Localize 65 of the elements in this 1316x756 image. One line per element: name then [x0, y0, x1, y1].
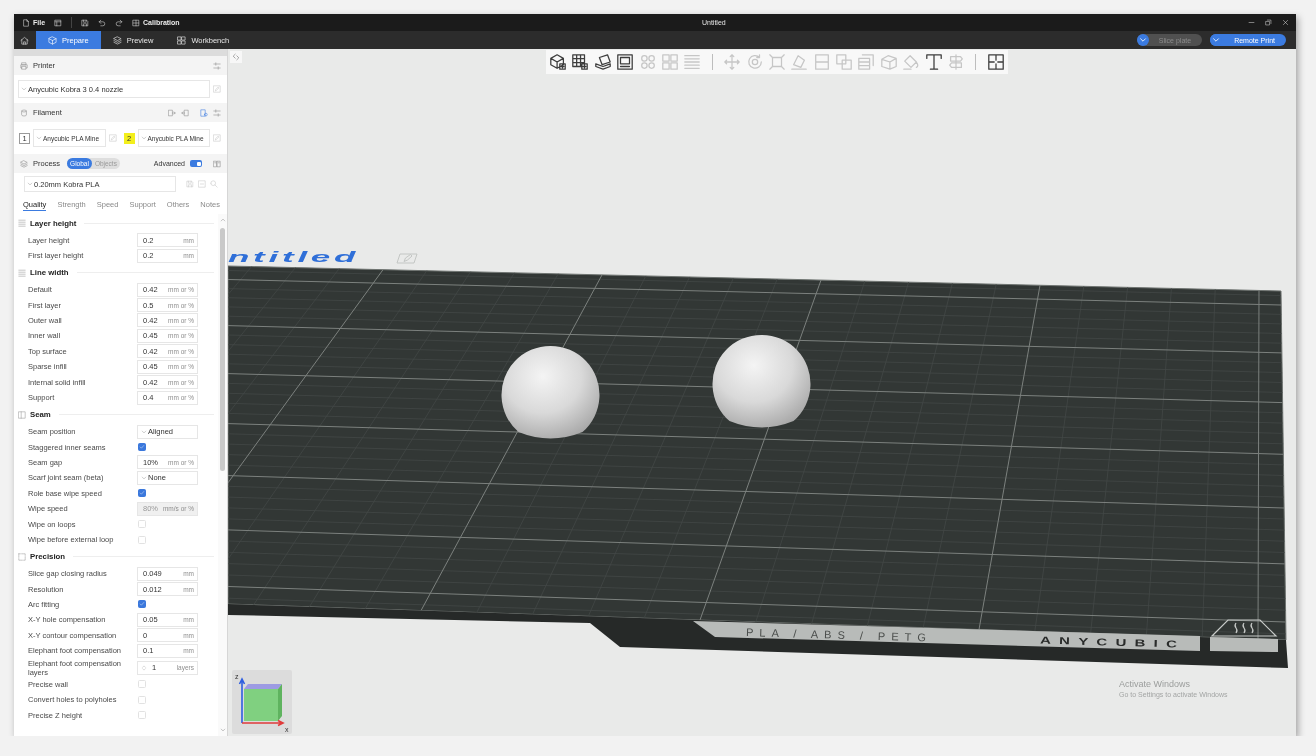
chevron-down-icon — [141, 428, 147, 435]
spool-icon — [20, 108, 28, 117]
checkmark-icon — [139, 444, 145, 451]
chevron-down-icon — [27, 181, 33, 187]
home-icon[interactable] — [20, 35, 29, 45]
four-squares-icon — [177, 35, 187, 45]
minus-box-icon[interactable] — [198, 180, 206, 188]
plate-name[interactable]: ntitled — [228, 249, 360, 266]
spin-arrows-icon[interactable] — [141, 663, 147, 672]
bed-label: ANYCUBIC — [1039, 634, 1186, 651]
scroll-down-icon[interactable] — [219, 727, 226, 733]
save-icon[interactable] — [81, 18, 90, 27]
edit-icon[interactable] — [213, 134, 221, 142]
sphere-model[interactable] — [712, 334, 811, 428]
toggle-switch[interactable] — [190, 160, 202, 167]
dropdown-icon — [1210, 34, 1223, 46]
cube-icon — [48, 35, 57, 45]
bed-label: PLA / ABS / PETG — [745, 626, 933, 644]
checkbox[interactable] — [138, 600, 146, 609]
chevron-down-icon — [21, 86, 27, 92]
sphere-model[interactable] — [501, 345, 600, 439]
text-icon[interactable] — [924, 53, 943, 71]
grid-icon — [132, 18, 141, 27]
chevron-down-icon — [140, 135, 147, 141]
sliders-icon[interactable] — [213, 61, 221, 70]
activation-notice-title: Activate Windows — [1119, 679, 1192, 689]
checkmark-icon — [139, 601, 145, 608]
chevrons-icon — [232, 53, 240, 61]
tilted-plate-icon[interactable] — [593, 53, 612, 71]
dropdown-icon — [1136, 34, 1149, 46]
checkbox[interactable] — [138, 489, 146, 498]
chevron-down-icon — [36, 135, 42, 141]
undo-icon[interactable] — [98, 18, 107, 27]
scroll-up-icon[interactable] — [219, 217, 226, 223]
restore-icon[interactable] — [1265, 19, 1272, 26]
printer-icon — [20, 61, 28, 70]
document-badge-icon[interactable] — [200, 108, 208, 117]
puzzle-icon[interactable] — [986, 53, 1005, 71]
scrollbar[interactable] — [218, 214, 227, 736]
heat-bed-icon — [1210, 619, 1278, 637]
chevron-down-icon — [141, 474, 147, 481]
box-arrow-left-icon[interactable] — [181, 108, 189, 117]
sliders-icon[interactable] — [213, 108, 221, 117]
layers-icon — [112, 35, 122, 45]
box-arrow-right-icon[interactable] — [168, 108, 176, 117]
list-icon — [18, 219, 26, 228]
minimize-icon[interactable] — [1248, 19, 1255, 26]
edit-icon[interactable] — [396, 253, 418, 264]
grid-plus-icon[interactable] — [571, 53, 590, 71]
list-icon — [18, 268, 26, 277]
edit-icon[interactable] — [213, 85, 221, 93]
search-icon[interactable] — [210, 180, 218, 188]
edit-icon[interactable] — [108, 134, 117, 142]
close-icon[interactable] — [1282, 19, 1289, 26]
file-icon — [22, 18, 30, 27]
cube-plus-icon[interactable] — [549, 53, 567, 71]
layers-icon — [20, 159, 28, 168]
redo-icon[interactable] — [115, 18, 124, 27]
sidebar-toggle-button[interactable] — [230, 51, 242, 63]
split-panel-icon[interactable] — [213, 159, 221, 168]
framed-picture-icon[interactable] — [616, 53, 635, 71]
checkmark-icon — [139, 490, 145, 497]
scrollbar-thumb[interactable] — [220, 228, 225, 471]
checkbox[interactable] — [138, 443, 146, 452]
panel-icon[interactable] — [54, 18, 63, 27]
